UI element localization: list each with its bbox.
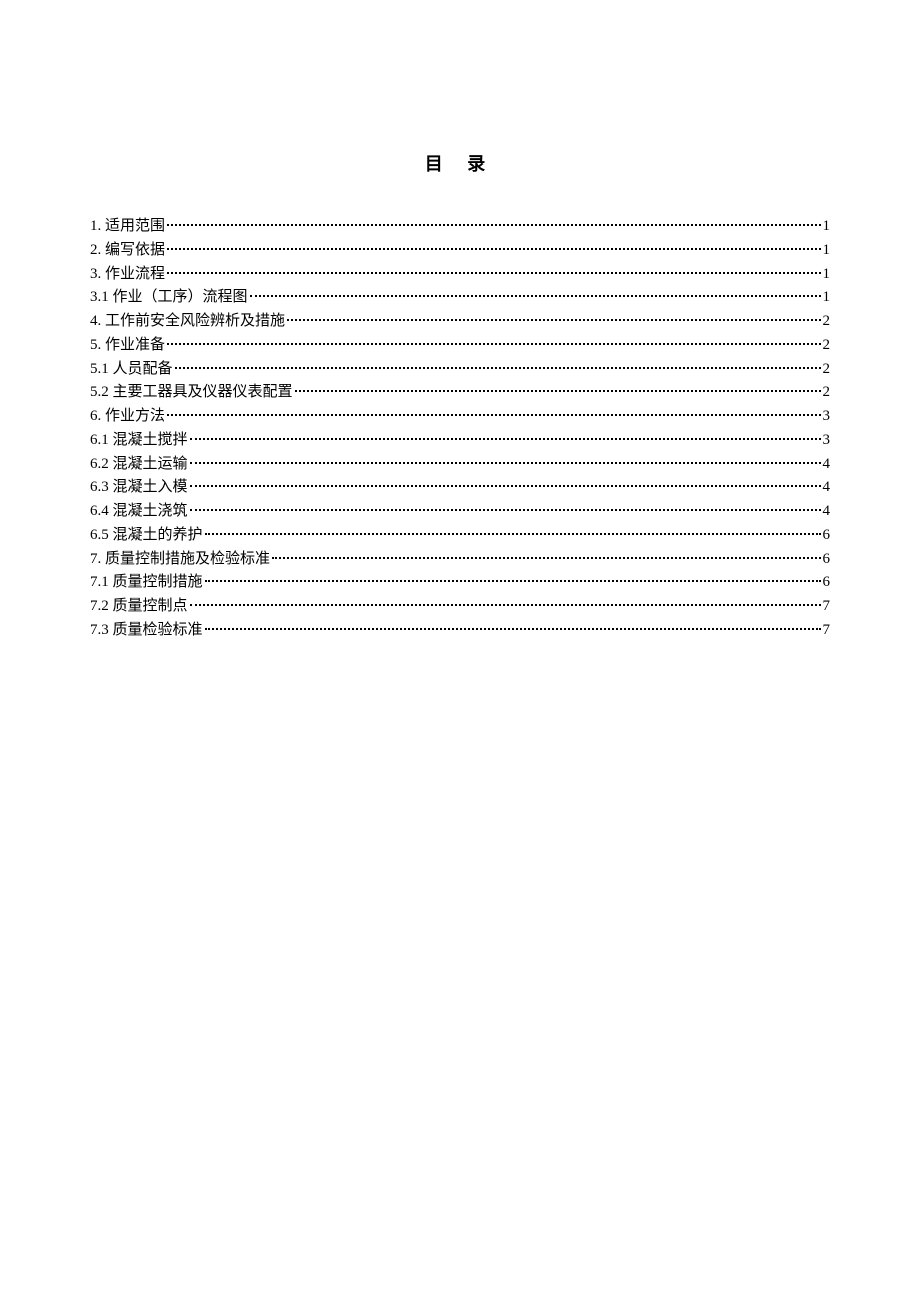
toc-dots	[167, 262, 820, 274]
toc-dots	[190, 428, 821, 440]
toc-dots	[272, 547, 820, 559]
toc-label: 6.4 混凝土浇筑	[90, 501, 188, 523]
toc-label: 6.2 混凝土运输	[90, 454, 188, 476]
toc-dots	[190, 499, 821, 511]
toc-label: 3.1 作业（工序）流程图	[90, 287, 248, 309]
toc-page: 7	[823, 620, 831, 642]
toc-entry: 6.4 混凝土浇筑 4	[90, 501, 830, 523]
toc-entry: 6.3 混凝土入模 4	[90, 477, 830, 499]
toc-entry: 6.2 混凝土运输 4	[90, 454, 830, 476]
toc-label: 6.3 混凝土入模	[90, 477, 188, 499]
toc-dots	[205, 523, 821, 535]
toc-entry: 4. 工作前安全风险辨析及措施 2	[90, 311, 830, 333]
toc-label: 7. 质量控制措施及检验标准	[90, 549, 270, 571]
toc-entry: 7.1 质量控制措施 6	[90, 572, 830, 594]
toc-entry: 3. 作业流程 1	[90, 264, 830, 286]
toc-entry: 2. 编写依据 1	[90, 240, 830, 262]
toc-dots	[205, 618, 821, 630]
toc-page: 2	[823, 382, 831, 404]
toc-entry: 7. 质量控制措施及检验标准 6	[90, 549, 830, 571]
toc-label: 6.1 混凝土搅拌	[90, 430, 188, 452]
toc-label: 6.5 混凝土的养护	[90, 525, 203, 547]
toc-title: 目 录	[90, 150, 830, 176]
toc-page: 6	[823, 549, 831, 571]
toc-entry: 7.3 质量检验标准 7	[90, 620, 830, 642]
toc-dots	[167, 404, 820, 416]
toc-dots	[175, 357, 821, 369]
toc-entry: 3.1 作业（工序）流程图 1	[90, 287, 830, 309]
toc-dots	[190, 452, 821, 464]
toc-dots	[190, 594, 821, 606]
toc-entry: 5.2 主要工器具及仪器仪表配置 2	[90, 382, 830, 404]
toc-page: 3	[823, 406, 831, 428]
toc-entry: 6.1 混凝土搅拌 3	[90, 430, 830, 452]
toc-entry: 6. 作业方法 3	[90, 406, 830, 428]
toc-entry: 5. 作业准备 2	[90, 335, 830, 357]
toc-page: 2	[823, 359, 831, 381]
toc-label: 6. 作业方法	[90, 406, 165, 428]
toc-label: 1. 适用范围	[90, 216, 165, 238]
table-of-contents: 1. 适用范围 1 2. 编写依据 1 3. 作业流程 1 3.1 作业（工序）…	[90, 216, 830, 642]
toc-label: 2. 编写依据	[90, 240, 165, 262]
toc-label: 5.1 人员配备	[90, 359, 173, 381]
toc-page: 2	[823, 335, 831, 357]
toc-label: 7.3 质量检验标准	[90, 620, 203, 642]
toc-page: 1	[823, 216, 831, 238]
toc-page: 1	[823, 264, 831, 286]
toc-entry: 7.2 质量控制点 7	[90, 596, 830, 618]
toc-dots	[167, 333, 820, 345]
toc-label: 5.2 主要工器具及仪器仪表配置	[90, 382, 293, 404]
toc-page: 6	[823, 525, 831, 547]
toc-page: 4	[823, 477, 831, 499]
toc-label: 7.1 质量控制措施	[90, 572, 203, 594]
toc-label: 4. 工作前安全风险辨析及措施	[90, 311, 285, 333]
toc-dots	[190, 475, 821, 487]
toc-page: 4	[823, 501, 831, 523]
toc-dots	[167, 238, 820, 250]
toc-page: 4	[823, 454, 831, 476]
toc-entry: 6.5 混凝土的养护 6	[90, 525, 830, 547]
toc-dots	[205, 570, 821, 582]
toc-page: 1	[823, 240, 831, 262]
toc-entry: 1. 适用范围 1	[90, 216, 830, 238]
toc-label: 7.2 质量控制点	[90, 596, 188, 618]
toc-label: 5. 作业准备	[90, 335, 165, 357]
toc-dots	[295, 380, 821, 392]
toc-page: 6	[823, 572, 831, 594]
toc-dots	[167, 214, 820, 226]
toc-label: 3. 作业流程	[90, 264, 165, 286]
toc-page: 3	[823, 430, 831, 452]
toc-page: 1	[823, 287, 831, 309]
toc-page: 2	[823, 311, 831, 333]
toc-page: 7	[823, 596, 831, 618]
toc-dots	[287, 309, 820, 321]
toc-entry: 5.1 人员配备 2	[90, 359, 830, 381]
toc-dots	[250, 285, 821, 297]
